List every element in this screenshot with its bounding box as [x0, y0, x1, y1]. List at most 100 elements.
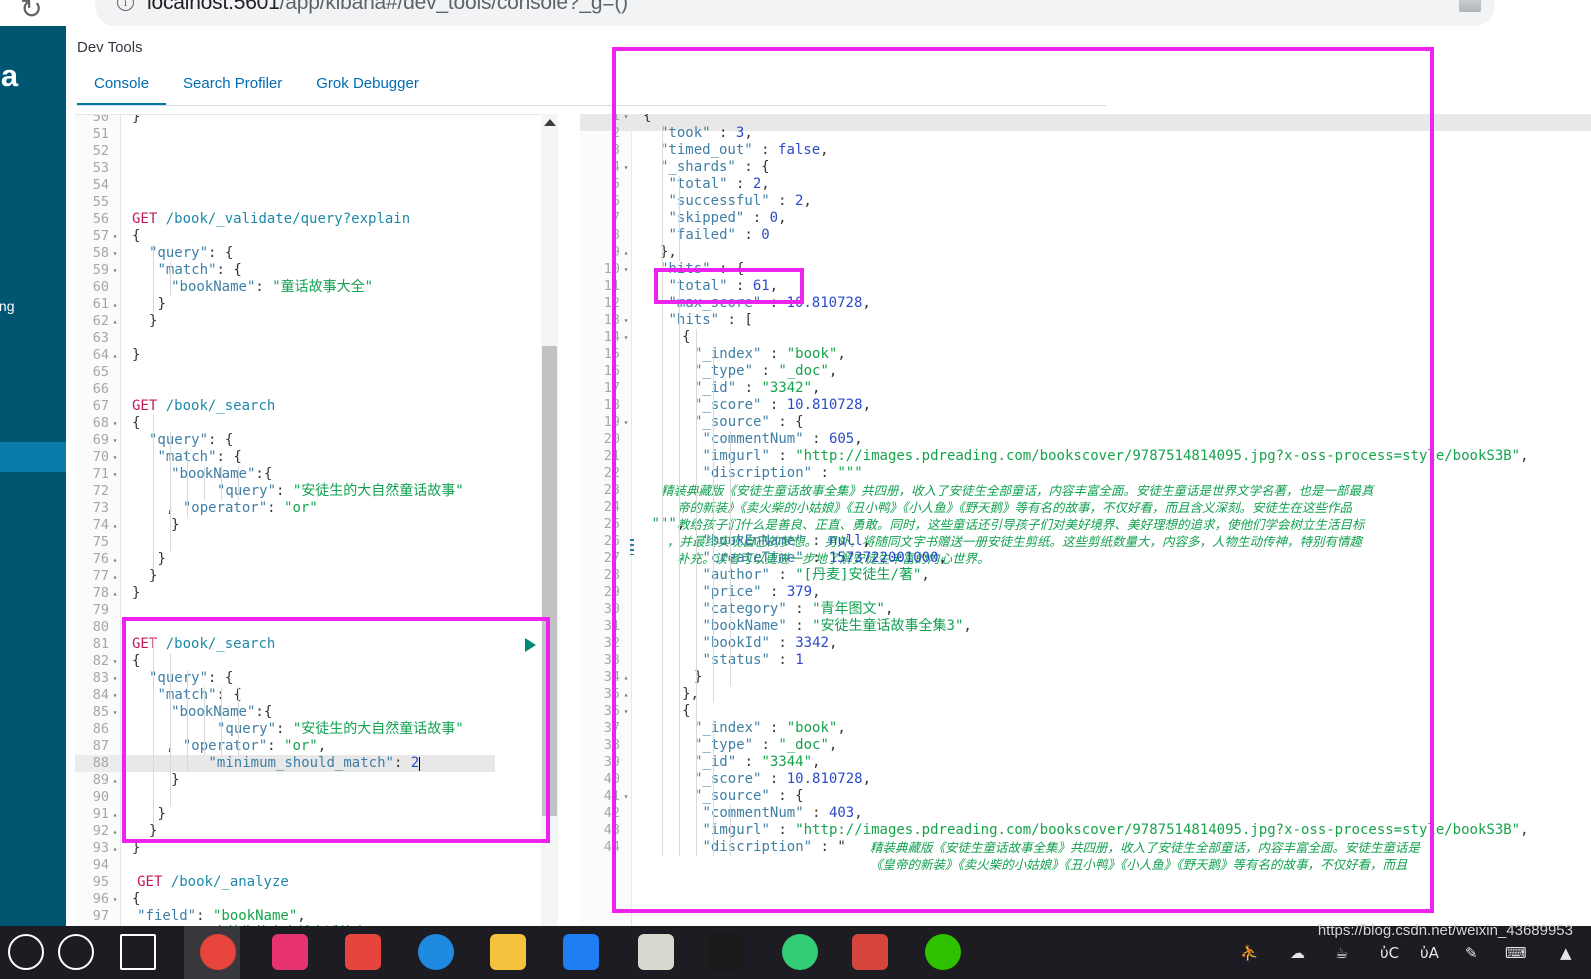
code-line[interactable]: } [158, 296, 166, 313]
code-line[interactable]: "total" : 61, [669, 278, 779, 295]
fold-toggle-icon[interactable]: ▴ [110, 823, 120, 840]
request-scroll-thumb[interactable] [542, 346, 557, 816]
code-line[interactable]: , "operator": "or", [166, 738, 326, 755]
code-line[interactable]: { [682, 329, 690, 346]
code-line[interactable]: "query": "安徒生的大自然童话故事" [217, 721, 464, 738]
code-line[interactable]: { [682, 703, 690, 720]
volume-icon[interactable]: ὐA [1420, 944, 1439, 962]
fold-toggle-icon[interactable]: ▾ [110, 415, 120, 432]
reload-icon[interactable]: ↻ [20, 0, 43, 25]
code-line[interactable]: "imgurl" : "http://images.pdreading.com/… [703, 448, 1529, 465]
code-line[interactable]: } [149, 823, 157, 840]
tab-search-profiler[interactable]: Search Profiler [166, 70, 299, 103]
pen-icon[interactable]: ✎ [1465, 944, 1478, 962]
play-icon[interactable] [525, 638, 536, 652]
folder-icon[interactable] [490, 934, 526, 970]
scroll-up-arrow[interactable] [541, 114, 558, 131]
fold-toggle-icon[interactable]: ▾ [110, 704, 120, 721]
fold-toggle-icon[interactable]: ▴ [110, 568, 120, 585]
ime-icon[interactable]: ⌨ [1505, 944, 1527, 962]
code-line[interactable]: "minimum_should_match": 2 [209, 755, 420, 772]
code-line[interactable]: "price" : 379, [703, 584, 821, 601]
code-line[interactable]: "_score" : 10.810728, [694, 397, 871, 414]
code-line[interactable]: } [132, 840, 140, 857]
code-line[interactable]: "_type" : "_doc", [694, 737, 837, 754]
network-icon[interactable]: ὐC [1380, 944, 1399, 962]
code-line[interactable]: "hits" : { [660, 261, 744, 278]
extension-icon[interactable] [1459, 0, 1481, 12]
code-line[interactable]: } [149, 313, 157, 330]
code-line[interactable]: } [171, 772, 179, 789]
code-line[interactable]: "query": { [149, 245, 233, 262]
code-line[interactable]: "took" : 3, [660, 125, 753, 142]
code-line[interactable]: "_score" : 10.810728, [694, 771, 871, 788]
code-line[interactable]: } [158, 551, 166, 568]
code-line[interactable]: "status" : 1 [703, 652, 804, 669]
code-line[interactable]: { [132, 891, 140, 908]
code-line[interactable]: } [132, 115, 140, 126]
fold-toggle-icon[interactable]: ▾ [110, 653, 120, 670]
code-line[interactable]: { [132, 415, 140, 432]
code-line[interactable]: "_type" : "_doc", [694, 363, 837, 380]
intellij-idea-icon[interactable] [272, 934, 308, 970]
code-line[interactable]: "commentNum" : 403, [703, 805, 863, 822]
people-icon[interactable]: ⛹ [1240, 944, 1259, 962]
code-line[interactable]: "bookName": "童话故事大全" [171, 279, 373, 296]
code-line[interactable]: "timed_out" : false, [660, 142, 829, 159]
fold-toggle-icon[interactable]: ▾ [110, 432, 120, 449]
code-line[interactable]: """, [652, 516, 686, 533]
hbuilder-icon[interactable] [782, 934, 818, 970]
code-line[interactable]: "discription" : """ [703, 465, 863, 482]
code-line[interactable]: GET /book/_search [132, 398, 275, 415]
code-line[interactable]: "createTime" : 1573722001000, [703, 550, 947, 567]
code-line[interactable]: "category" : "青年图文", [703, 601, 894, 618]
search-icon[interactable] [58, 934, 94, 970]
fold-toggle-icon[interactable]: ▾ [110, 891, 120, 908]
code-line[interactable]: "total" : 2, [669, 176, 770, 193]
postman-icon[interactable] [418, 934, 454, 970]
fold-toggle-icon[interactable]: ▴ [110, 296, 120, 313]
task-view-icon[interactable] [120, 934, 156, 970]
code-line[interactable]: "_shards" : { [660, 159, 770, 176]
terminal-icon[interactable] [708, 934, 744, 970]
code-line[interactable]: "query": { [149, 670, 233, 687]
fold-toggle-icon[interactable]: ▾ [110, 466, 120, 483]
code-line[interactable]: "_index" : "book", [694, 720, 846, 737]
sidebar-item-1[interactable]: Learning [0, 298, 15, 314]
code-line[interactable]: "skipped" : 0, [669, 210, 787, 227]
fold-toggle-icon[interactable]: ▴ [110, 551, 120, 568]
code-line[interactable]: { [132, 228, 140, 245]
response-code-area[interactable]: 1 ▾{2 "took" : 3, 3 "timed_out" : false, 4 ▾ "_… [580, 114, 1591, 950]
fold-toggle-icon[interactable]: ▾ [110, 449, 120, 466]
code-line[interactable]: "_source" : { [694, 414, 804, 431]
fold-toggle-icon[interactable]: ▾ [110, 245, 120, 262]
code-line[interactable]: "_source" : { [694, 788, 804, 805]
request-scrollbar[interactable] [541, 114, 558, 950]
code-line[interactable]: "commentNum" : 605, [703, 431, 863, 448]
code-line[interactable]: "bookEnName" : null, [703, 533, 872, 550]
code-line[interactable]: GET /book/_validate/query?explain [132, 211, 410, 228]
code-line[interactable]: "max_score" : 10.810728, [669, 295, 871, 312]
code-line[interactable]: "hits" : [ [669, 312, 753, 329]
fold-toggle-icon[interactable]: ▴ [110, 585, 120, 602]
response-editor[interactable]: 1 ▾{2 "took" : 3, 3 "timed_out" : false, 4 ▾ "_… [580, 114, 1591, 950]
webstorm-icon[interactable] [345, 934, 381, 970]
code-line[interactable]: } [132, 585, 140, 602]
tab-grok-debugger[interactable]: Grok Debugger [299, 70, 436, 103]
code-line[interactable]: "query": { [149, 432, 233, 449]
site-info-icon[interactable]: i [117, 0, 134, 11]
fold-toggle-icon[interactable]: ▾ [110, 687, 120, 704]
vmware-icon[interactable] [563, 934, 599, 970]
code-line[interactable]: "failed" : 0 [669, 227, 770, 244]
fold-toggle-icon[interactable]: ▴ [110, 313, 120, 330]
code-line[interactable]: "_index" : "book", [694, 346, 846, 363]
code-line[interactable]: "bookName" : "安徒生童话故事全集3", [703, 618, 972, 635]
wps-icon[interactable] [852, 934, 888, 970]
code-line[interactable]: "imgurl" : "http://images.pdreading.com/… [703, 822, 1529, 839]
wechat-icon[interactable] [925, 934, 961, 970]
code-line[interactable]: "discription" : " [703, 839, 846, 856]
code-line[interactable]: } [171, 517, 179, 534]
code-line[interactable]: "query": "安徒生的大自然童话故事" [217, 483, 464, 500]
fold-toggle-icon[interactable]: ▾ [110, 262, 120, 279]
cortana-circle-icon[interactable] [8, 934, 44, 970]
